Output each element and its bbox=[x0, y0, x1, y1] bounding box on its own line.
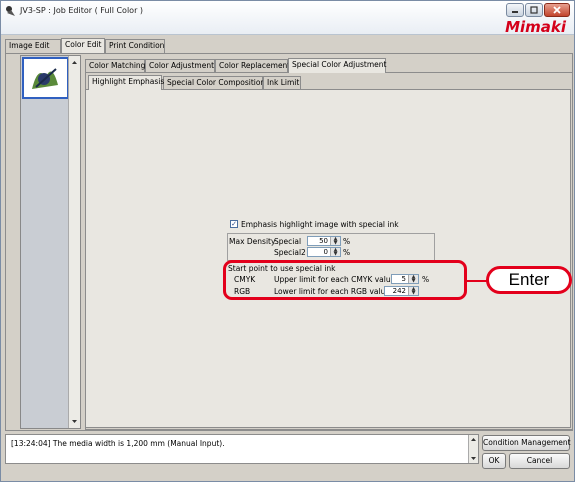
special2-density-value: 0 bbox=[323, 248, 328, 256]
special-density-value: 50 bbox=[319, 237, 328, 245]
thumbnail-image[interactable] bbox=[22, 57, 69, 99]
enter-callout: Enter bbox=[486, 266, 572, 294]
window-controls bbox=[506, 3, 570, 17]
scroll-up-icon bbox=[72, 61, 77, 64]
window-title: JV3-SP : Job Editor ( Full Color ) bbox=[20, 6, 144, 15]
tab-special-color-composition[interactable]: Special Color Composition bbox=[163, 76, 265, 90]
scroll-up-icon bbox=[471, 438, 476, 441]
tab-print-condition[interactable]: Print Condition bbox=[105, 39, 165, 53]
scroll-down-icon bbox=[471, 457, 476, 460]
tab-highlight-emphasis[interactable]: Highlight Emphasis bbox=[88, 75, 164, 90]
tab-color-edit[interactable]: Color Edit bbox=[61, 38, 105, 53]
special2-unit: % bbox=[343, 248, 351, 257]
spinner-arrows-icon[interactable]: ▲ ▼ bbox=[330, 248, 340, 257]
thumbnail-scrollbar[interactable] bbox=[68, 56, 80, 428]
brand-logo: Mimaki bbox=[505, 18, 566, 36]
special-density-spinner[interactable]: 50 ▲ ▼ bbox=[307, 236, 341, 246]
emphasis-checkbox-label: Emphasis highlight image with special in… bbox=[241, 220, 399, 229]
thumbnail-list[interactable] bbox=[20, 55, 81, 429]
emphasis-checkbox[interactable]: ✓ bbox=[230, 220, 238, 228]
condition-management-button[interactable]: Condition Management bbox=[482, 435, 571, 451]
tab-color-matching[interactable]: Color Matching bbox=[85, 59, 145, 73]
minimize-button[interactable] bbox=[506, 3, 524, 17]
special2-density-spinner[interactable]: 0 ▲ ▼ bbox=[307, 247, 341, 257]
max-density-label: Max Density bbox=[229, 237, 276, 246]
tab-special-color-adjustment[interactable]: Special Color Adjustment bbox=[288, 58, 386, 73]
status-log: [13:24:04] The media width is 1,200 mm (… bbox=[5, 434, 479, 464]
tab-color-replacement[interactable]: Color Replacement bbox=[215, 59, 290, 73]
ok-button[interactable]: OK bbox=[482, 453, 506, 469]
close-icon bbox=[553, 6, 561, 14]
title-bar: JV3-SP : Job Editor ( Full Color ) Mimak… bbox=[1, 1, 574, 36]
highlight-annotation-box bbox=[223, 260, 467, 300]
status-scrollbar[interactable] bbox=[468, 435, 478, 463]
special2-label: Special2 bbox=[274, 248, 306, 257]
tab-color-adjustment[interactable]: Color Adjustment bbox=[145, 59, 215, 73]
status-message: [13:24:04] The media width is 1,200 mm (… bbox=[11, 439, 225, 448]
close-button[interactable] bbox=[544, 3, 570, 17]
maximize-button[interactable] bbox=[525, 3, 543, 17]
scroll-down-icon bbox=[72, 420, 77, 423]
special-label: Special bbox=[274, 237, 302, 246]
app-icon bbox=[5, 5, 17, 17]
cancel-button[interactable]: Cancel bbox=[509, 453, 570, 469]
job-editor-window: JV3-SP : Job Editor ( Full Color ) Mimak… bbox=[0, 0, 575, 482]
maximize-icon bbox=[530, 6, 538, 14]
special-unit: % bbox=[343, 237, 351, 246]
minimize-icon bbox=[512, 11, 518, 13]
spinner-arrows-icon[interactable]: ▲ ▼ bbox=[330, 237, 340, 246]
tab-image-edit[interactable]: Image Edit bbox=[5, 39, 61, 53]
tab-ink-limit[interactable]: Ink Limit bbox=[263, 76, 301, 90]
